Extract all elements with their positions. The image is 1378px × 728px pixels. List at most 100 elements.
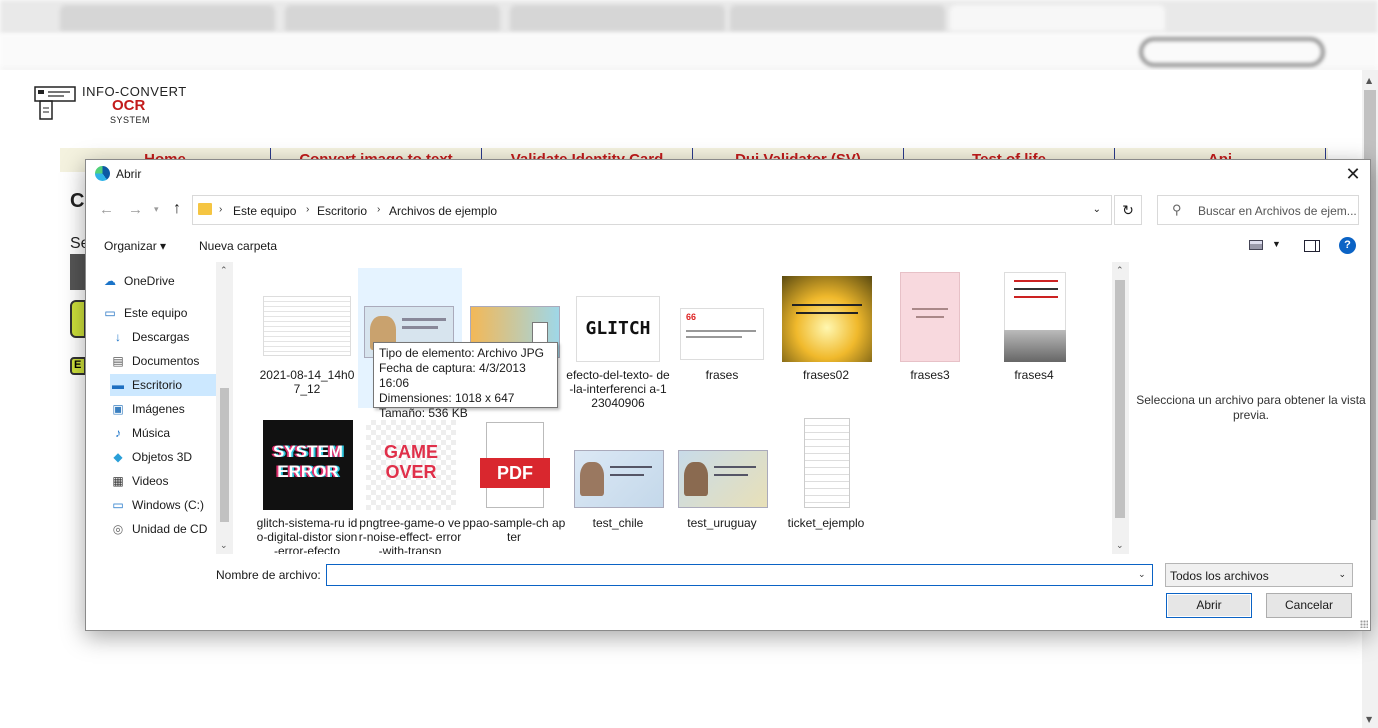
browser-profile-button[interactable] — [1140, 38, 1324, 66]
dialog-titlebar[interactable]: Abrir ✕ — [86, 160, 1370, 188]
file-item[interactable]: frases3 — [878, 268, 982, 408]
browser-tab-active[interactable] — [950, 5, 1165, 31]
sunset-quote-thumbnail — [774, 268, 878, 364]
file-item[interactable]: GAME OVER pngtree-game-o ver-noise-effec… — [358, 416, 462, 554]
browser-tab[interactable] — [60, 5, 275, 31]
sidebar-item-onedrive[interactable]: ☁ OneDrive — [102, 270, 228, 292]
cloud-icon: ☁ — [104, 274, 116, 288]
pink-quote-thumbnail — [878, 268, 982, 364]
file-item[interactable]: PDF ppao-sample-ch apter — [462, 416, 566, 554]
page-heading-peek: C — [70, 190, 85, 212]
dialog-title: Abrir — [116, 167, 142, 181]
help-icon[interactable]: ? — [1339, 237, 1356, 254]
change-view-icon[interactable] — [1249, 240, 1263, 250]
browser-tab[interactable] — [730, 5, 945, 31]
sidebar-item-label: Objetos 3D — [132, 450, 193, 464]
file-item[interactable]: test_chile — [566, 416, 670, 554]
file-list-scrollbar[interactable]: ⌃ ⌄ — [1112, 262, 1129, 554]
browser-address-bar[interactable] — [0, 34, 1378, 70]
refresh-button[interactable]: ↻ — [1114, 195, 1142, 225]
sidebar-item-musica[interactable]: ♪ Música — [110, 422, 216, 444]
scroll-up-icon[interactable]: ▲ — [1366, 76, 1372, 85]
open-file-dialog: Abrir ✕ ← → ▾ ↑ › Este equipo › Escritor… — [85, 159, 1371, 631]
tooltip-date: Fecha de captura: 4/3/2013 16:06 — [379, 361, 526, 390]
file-item[interactable]: test_uruguay — [670, 416, 774, 554]
browser-tab[interactable] — [285, 5, 500, 31]
folder-icon — [198, 203, 212, 215]
sidebar-item-objetos-3d[interactable]: ◆ Objetos 3D — [110, 446, 216, 468]
file-item[interactable]: 66 frases — [670, 268, 774, 408]
scroll-up-icon[interactable]: ⌃ — [220, 265, 228, 276]
preview-placeholder: Selecciona un archivo para obtener la vi… — [1136, 393, 1366, 422]
sidebar-item-label: Videos — [132, 474, 169, 488]
scroll-down-icon[interactable]: ⌄ — [220, 540, 228, 551]
sidebar-item-videos[interactable]: ▦ Videos — [110, 470, 216, 492]
breadcrumb[interactable]: › Este equipo › Escritorio › Archivos de… — [192, 195, 1112, 225]
file-name: 2021-08-14_14h0 7_12 — [259, 368, 355, 396]
file-item[interactable]: frases4 — [982, 268, 1086, 408]
scroll-down-icon[interactable]: ⌄ — [1116, 540, 1124, 551]
desktop-icon: ▬ — [112, 378, 124, 392]
sidebar-scrollbar[interactable]: ⌃ ⌄ — [216, 262, 233, 554]
tooltip-dimensions: Dimensiones: 1018 x 647 — [379, 391, 515, 405]
close-button[interactable]: ✕ — [1336, 160, 1370, 188]
filename-history-chevron-icon[interactable]: ⌄ — [1138, 569, 1146, 580]
sidebar-item-windows-c[interactable]: ▭ Windows (C:) — [110, 494, 216, 516]
sidebar-item-label: Documentos — [132, 354, 200, 368]
file-item[interactable]: 2021-08-14_14h0 7_12 — [255, 268, 359, 408]
search-input[interactable]: ⚲ Buscar en Archivos de ejem... — [1157, 195, 1359, 225]
forward-arrow-icon[interactable]: → — [128, 201, 143, 218]
file-name: test_uruguay — [687, 516, 757, 530]
view-options-chevron-icon[interactable]: ▼ — [1272, 239, 1281, 249]
glitch-thumbnail: GLITCH — [566, 268, 670, 364]
logo-system: SYSTEM — [110, 115, 151, 125]
exito-quote-thumbnail — [982, 268, 1086, 364]
up-arrow-icon[interactable]: ↑ — [173, 200, 181, 218]
file-item[interactable]: frases02 — [774, 268, 878, 408]
scroll-down-icon[interactable]: ▼ — [1366, 715, 1372, 724]
breadcrumb-este-equipo[interactable]: Este equipo — [233, 204, 296, 218]
file-name: pngtree-game-o ver-noise-effect- error-w… — [358, 516, 462, 554]
system-error-thumbnail: SYSTEM ERROR — [255, 416, 359, 512]
sidebar-item-documentos[interactable]: ▤ Documentos — [110, 350, 216, 372]
preview-pane-icon[interactable] — [1304, 240, 1320, 252]
sidebar-item-descargas[interactable]: ↓ Descargas — [110, 326, 216, 348]
file-tooltip: Tipo de elemento: Archivo JPG Fecha de c… — [373, 342, 558, 420]
organize-button[interactable]: Organizar ▾ — [104, 239, 166, 253]
scroll-up-icon[interactable]: ⌃ — [1116, 265, 1124, 276]
file-item[interactable]: SYSTEM ERROR glitch-sistema-ru ido-digit… — [255, 416, 359, 554]
file-type-select[interactable]: Todos los archivos ⌄ — [1165, 563, 1353, 587]
resize-grip-icon[interactable] — [1360, 620, 1368, 628]
back-arrow-icon[interactable]: ← — [99, 201, 114, 218]
site-logo[interactable]: INFO-CONVERT OCR SYSTEM — [34, 84, 234, 130]
refresh-icon: ↻ — [1122, 202, 1134, 218]
pdf-icon: PDF — [462, 416, 566, 512]
cancel-button[interactable]: Cancelar — [1266, 593, 1352, 618]
chevron-down-icon: ⌄ — [1338, 569, 1346, 579]
new-folder-button[interactable]: Nueva carpeta — [199, 239, 277, 253]
file-name: glitch-sistema-ru ido-digital-distor sio… — [256, 516, 358, 554]
browser-tab[interactable] — [510, 5, 725, 31]
breadcrumb-archivos-de-ejemplo[interactable]: Archivos de ejemplo — [389, 204, 497, 218]
recent-locations-chevron-icon[interactable]: ▾ — [154, 204, 159, 215]
sidebar-item-unidad-de-cd[interactable]: ◎ Unidad de CD — [110, 518, 216, 540]
open-button[interactable]: Abrir — [1166, 593, 1252, 618]
tooltip-type: Tipo de elemento: Archivo JPG — [379, 346, 544, 360]
sidebar-item-este-equipo[interactable]: ▭ Este equipo — [102, 302, 228, 324]
pictures-icon: ▣ — [112, 402, 124, 416]
search-icon: ⚲ — [1172, 202, 1182, 217]
sidebar-item-escritorio[interactable]: ▬ Escritorio — [110, 374, 216, 396]
file-thumbnail — [255, 268, 359, 364]
file-item[interactable]: ticket_ejemplo — [774, 416, 878, 554]
download-icon: ↓ — [115, 330, 121, 344]
chevron-down-icon[interactable]: ⌄ — [1093, 204, 1101, 215]
drive-icon: ▭ — [112, 498, 124, 512]
breadcrumb-escritorio[interactable]: Escritorio — [317, 204, 367, 218]
file-list-scrollbar-thumb[interactable] — [1115, 280, 1125, 518]
tooltip-size: Tamaño: 536 KB — [379, 406, 468, 420]
filename-input[interactable] — [326, 564, 1153, 586]
sidebar-scrollbar-thumb[interactable] — [220, 388, 229, 522]
file-item[interactable]: GLITCH efecto-del-texto- de-la-interfere… — [566, 268, 670, 410]
sidebar-item-imagenes[interactable]: ▣ Imágenes — [110, 398, 216, 420]
file-name: efecto-del-texto- de-la-interferenci a-1… — [566, 368, 670, 410]
